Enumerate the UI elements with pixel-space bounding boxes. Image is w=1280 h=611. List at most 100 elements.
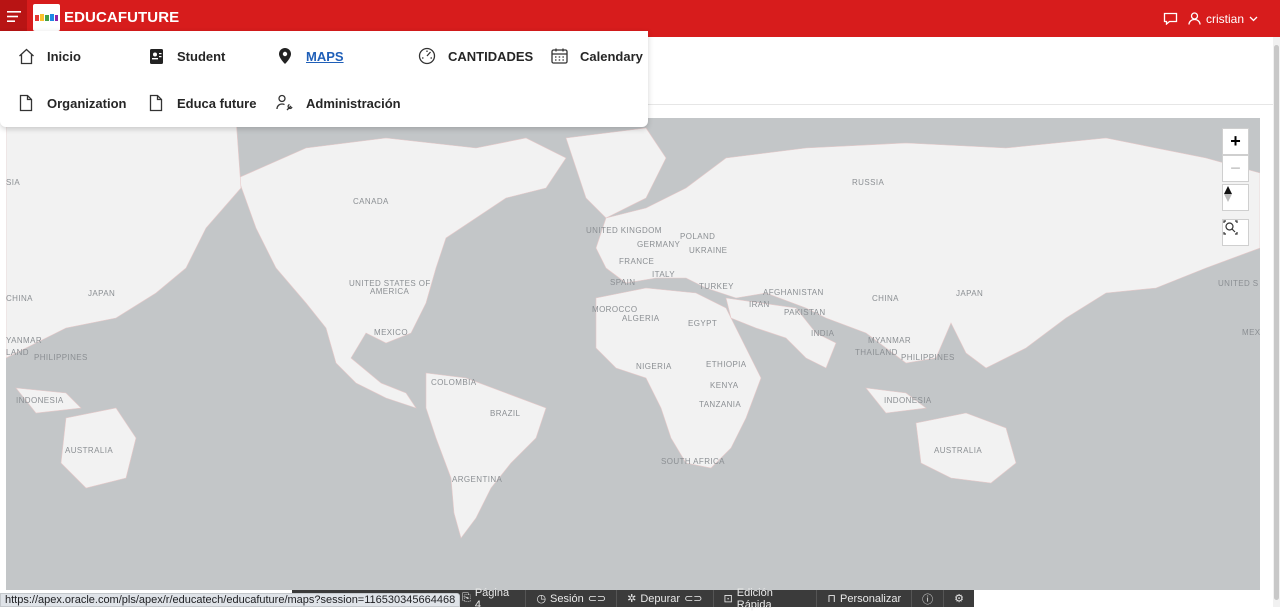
map-label-tanzania: TANZANIA <box>699 400 742 409</box>
map-label-poland: POLAND <box>680 232 716 241</box>
map-label-morocco: MOROCCO <box>592 305 638 314</box>
map-label-nigeria: NIGERIA <box>636 362 672 371</box>
document-icon <box>17 94 35 112</box>
map-label-france: FRANCE <box>619 257 655 266</box>
chevron-down-icon <box>1249 16 1258 21</box>
page-icon: ⎘ <box>462 592 471 604</box>
paint-roller-icon: ⊓ <box>827 593 836 605</box>
map-label-argentina: ARGENTINA <box>452 475 503 484</box>
menu-item-administracion[interactable]: Administración <box>276 94 401 112</box>
browser-status-url: https://apex.oracle.com/pls/apex/r/educa… <box>0 593 461 607</box>
map-label-china-left: CHINA <box>6 294 33 303</box>
map-label-germany: GERMANY <box>637 240 681 249</box>
devbar-session-label: Sesión <box>550 592 584 605</box>
user-wrench-icon <box>276 94 294 112</box>
clock-icon: ◷ <box>536 593 547 605</box>
info-icon: ⓘ <box>922 593 934 606</box>
speedometer-icon <box>418 47 436 65</box>
devbar-debug[interactable]: ✲ Depurar ⊂⊃ <box>617 590 714 607</box>
zoom-in-button[interactable]: + <box>1222 128 1249 155</box>
menu-item-cantidades[interactable]: CANTIDADES <box>418 47 533 65</box>
map-label-indonesia-left: INDONESIA <box>16 396 64 405</box>
app-logo[interactable] <box>33 4 60 31</box>
devbar-session[interactable]: ◷ Sesión ⊂⊃ <box>526 590 618 607</box>
menu-item-inicio[interactable]: Inicio <box>17 47 81 65</box>
scrollbar-thumb[interactable] <box>1274 45 1279 600</box>
map-label-myanmar-left: YANMAR <box>6 336 43 345</box>
map-label-australia: AUSTRALIA <box>934 446 983 455</box>
map-label-brazil: BRAZIL <box>490 409 521 418</box>
hamburger-menu-button[interactable] <box>0 0 27 33</box>
toggle-icon: ⊂⊃ <box>587 593 607 605</box>
world-map[interactable]: RUSSIA CANADA UNITED KINGDOM POLAND GERM… <box>6 118 1260 590</box>
menu-label-maps: MAPS <box>306 48 344 64</box>
map-label-thailand-left: LAND <box>6 348 29 357</box>
menu-item-student[interactable]: Student <box>147 47 225 65</box>
toggle-icon: ⊂⊃ <box>684 593 703 605</box>
gear-icon: ⚙ <box>954 593 964 605</box>
map-label-china: CHINA <box>872 294 899 303</box>
user-icon <box>1188 12 1201 25</box>
bug-icon: ✲ <box>627 593 637 605</box>
map-label-mexico-right: MEX <box>1242 328 1260 337</box>
user-name: cristian <box>1205 11 1244 26</box>
map-label-iran: IRAN <box>749 300 770 309</box>
map-label-afghanistan: AFGHANISTAN <box>763 288 824 297</box>
hamburger-icon <box>6 11 21 22</box>
map-label-japan: JAPAN <box>956 289 984 298</box>
map-label-south-africa: SOUTH AFRICA <box>661 457 725 466</box>
zoom-to-extent-button[interactable] <box>1222 219 1249 246</box>
map-pin-icon <box>276 47 294 65</box>
map-label-indonesia: INDONESIA <box>884 396 932 405</box>
devbar-quick-edit[interactable]: ⊡ Edición Rápida <box>714 587 818 611</box>
compass-icon <box>1224 186 1232 202</box>
app-title[interactable]: EDUCAFUTURE <box>64 9 179 26</box>
map-label-algeria: ALGERIA <box>622 314 660 323</box>
map-label-usa-line2: AMERICA <box>370 287 410 296</box>
map-land-svg <box>6 118 1260 539</box>
menu-label-student: Student <box>177 48 226 64</box>
menu-label-administracion: Administración <box>306 95 401 111</box>
devbar-customize-label: Personalizar <box>839 592 902 605</box>
devbar-debug-label: Depurar <box>640 592 681 605</box>
map-label-russia: RUSSIA <box>852 178 885 187</box>
page-scrollbar[interactable] <box>1273 37 1280 607</box>
map-label-russia-left: SIA <box>6 178 21 187</box>
map-label-mexico: MEXICO <box>374 328 408 337</box>
map-label-philippines-left: PHILIPPINES <box>34 353 88 362</box>
map-label-egypt: EGYPT <box>688 319 718 328</box>
devbar-settings[interactable]: ⚙ <box>944 590 974 607</box>
map-label-ukraine: UKRAINE <box>689 246 728 255</box>
compass-button[interactable] <box>1222 184 1249 211</box>
menu-label-cantidades: CANTIDADES <box>448 48 534 64</box>
map-label-australia-left: AUSTRALIA <box>65 446 114 455</box>
map-label-india: INDIA <box>811 329 835 338</box>
map-label-philippines: PHILIPPINES <box>901 353 955 362</box>
chat-icon[interactable] <box>1163 12 1178 25</box>
map-label-ethiopia: ETHIOPIA <box>706 360 747 369</box>
map-label-japan-left: JAPAN <box>88 289 116 298</box>
menu-label-educa-future: Educa future <box>177 95 257 111</box>
map-label-united-states-right: UNITED S <box>1218 279 1259 288</box>
home-icon <box>17 47 35 65</box>
zoom-out-button[interactable]: − <box>1222 155 1249 182</box>
map-label-myanmar: MYANMAR <box>868 336 912 345</box>
map-label-spain: SPAIN <box>610 278 636 287</box>
menu-item-calendary[interactable]: Calendary <box>550 47 643 65</box>
menu-item-maps[interactable]: MAPS <box>276 47 344 65</box>
user-menu-button[interactable]: cristian <box>1188 12 1258 26</box>
edit-icon: ⊡ <box>723 593 733 605</box>
menu-item-educa-future[interactable]: Educa future <box>147 94 256 112</box>
menu-label-calendary: Calendary <box>580 48 643 64</box>
menu-label-inicio: Inicio <box>47 48 81 64</box>
map-label-pakistan: PAKISTAN <box>784 308 826 317</box>
devbar-info[interactable]: ⓘ <box>912 590 945 607</box>
map-label-colombia: COLOMBIA <box>431 378 477 387</box>
navigation-mega-menu: Inicio Student MAPS CANTIDADES Calendary… <box>0 31 648 127</box>
devbar-customize[interactable]: ⊓ Personalizar <box>817 590 913 607</box>
document-icon <box>147 94 165 112</box>
menu-label-organization: Organization <box>47 95 127 111</box>
zoom-extent-icon <box>1223 220 1238 235</box>
map-label-united-kingdom: UNITED KINGDOM <box>586 226 662 235</box>
menu-item-organization[interactable]: Organization <box>17 94 126 112</box>
